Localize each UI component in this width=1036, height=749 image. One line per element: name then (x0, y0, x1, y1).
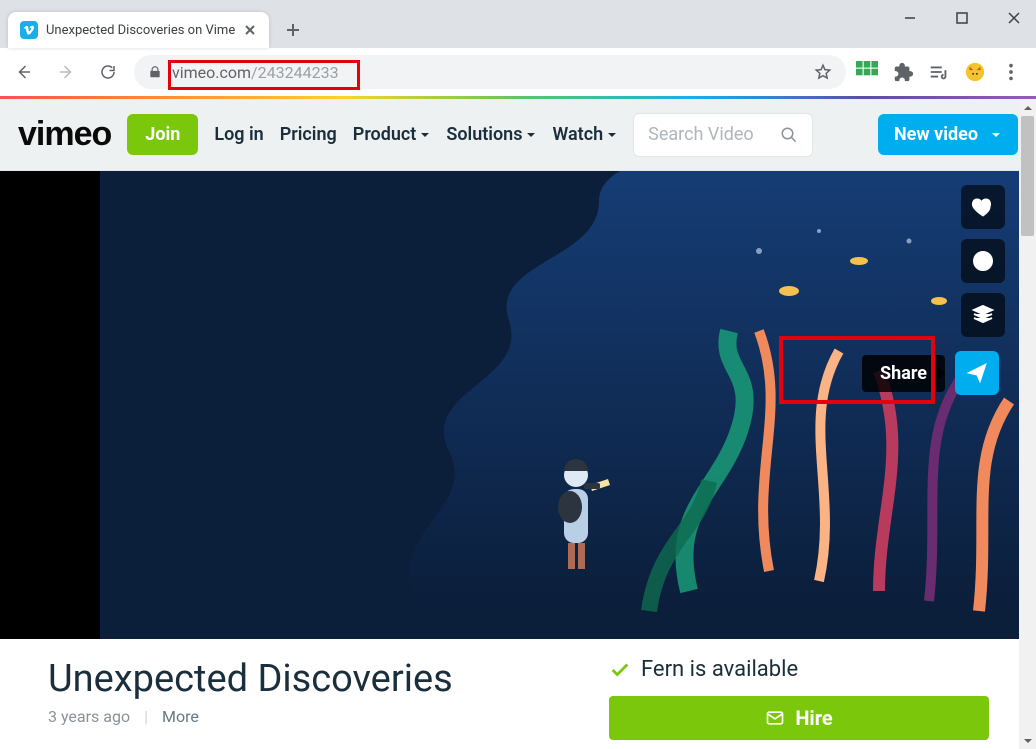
below-video-row: Unexpected Discoveries 3 years ago | Mor… (0, 639, 1019, 740)
product-dropdown[interactable]: Product (353, 124, 431, 145)
browser-tab-active[interactable]: Unexpected Discoveries on Vime (8, 12, 269, 48)
vimeo-header: vimeo Join Log in Pricing Product Soluti… (0, 99, 1036, 171)
chevron-down-icon (420, 130, 430, 140)
login-link[interactable]: Log in (214, 124, 263, 145)
new-tab-button[interactable] (279, 16, 307, 44)
join-button[interactable]: Join (127, 114, 198, 155)
video-meta: 3 years ago | More (48, 707, 585, 726)
video-player[interactable]: Share (0, 171, 1019, 639)
share-tooltip: Share (862, 355, 945, 392)
chevron-down-icon (990, 129, 1002, 141)
video-info-column: Unexpected Discoveries 3 years ago | Mor… (48, 657, 585, 740)
extensions-puzzle-icon[interactable] (892, 61, 914, 83)
collections-button[interactable] (961, 293, 1005, 337)
video-posted-time: 3 years ago (48, 707, 130, 726)
extension-music-icon[interactable] (928, 61, 950, 83)
scrollbar-thumb[interactable] (1021, 116, 1034, 236)
bookmark-star-icon[interactable] (814, 63, 832, 81)
window-close-button[interactable] (1000, 4, 1028, 32)
nav-back-button[interactable] (8, 56, 40, 88)
check-icon (609, 659, 631, 681)
artwork-svg (299, 171, 1019, 639)
window-controls (896, 4, 1028, 32)
extension-fox-icon[interactable] (964, 61, 986, 83)
browser-menu-button[interactable] (1000, 61, 1022, 83)
url-host: vimeo.com (172, 63, 251, 82)
page-content: vimeo Join Log in Pricing Product Soluti… (0, 99, 1036, 749)
watch-dropdown[interactable]: Watch (552, 124, 617, 145)
browser-tabstrip: Unexpected Discoveries on Vime (0, 0, 1036, 48)
artwork-person (540, 449, 610, 579)
chevron-down-icon (526, 130, 536, 140)
availability-row: Fern is available (609, 657, 989, 682)
vertical-scrollbar[interactable] (1019, 99, 1036, 749)
window-minimize-button[interactable] (896, 4, 924, 32)
share-button[interactable] (955, 351, 999, 395)
lock-icon (148, 65, 162, 79)
window-maximize-button[interactable] (948, 4, 976, 32)
mail-icon (765, 708, 785, 728)
chevron-down-icon (607, 130, 617, 140)
url-path: /243244233 (251, 63, 339, 82)
meta-separator: | (144, 707, 148, 726)
scrollbar-down-arrow-icon[interactable] (1019, 732, 1036, 749)
browser-toolbar: vimeo.com/243244233 (0, 48, 1036, 96)
nav-reload-button[interactable] (92, 56, 124, 88)
video-title: Unexpected Discoveries (48, 657, 585, 701)
availability-text: Fern is available (641, 657, 798, 682)
tab-close-icon[interactable] (243, 23, 257, 37)
video-side-actions (961, 185, 1005, 337)
pricing-link[interactable]: Pricing (280, 124, 337, 145)
extensions-row (856, 61, 1028, 83)
extension-grid-icon[interactable] (856, 61, 878, 83)
video-thumbnail-art (100, 171, 1019, 639)
search-icon[interactable] (780, 126, 798, 144)
watch-later-button[interactable] (961, 239, 1005, 283)
scrollbar-up-arrow-icon[interactable] (1019, 99, 1036, 116)
solutions-dropdown[interactable]: Solutions (446, 124, 536, 145)
address-bar[interactable]: vimeo.com/243244233 (134, 55, 846, 89)
vimeo-logo[interactable]: vimeo (18, 115, 111, 154)
hire-button[interactable]: Hire (609, 696, 989, 740)
like-button[interactable] (961, 185, 1005, 229)
share-row: Share (856, 345, 1005, 401)
more-link[interactable]: More (162, 707, 199, 726)
nav-forward-button[interactable] (50, 56, 82, 88)
vimeo-favicon-icon (20, 21, 38, 39)
url-text: vimeo.com/243244233 (172, 63, 339, 82)
new-video-button[interactable]: New video (878, 114, 1018, 155)
search-box[interactable] (633, 113, 813, 157)
search-input[interactable] (648, 124, 770, 145)
browser-tab-title: Unexpected Discoveries on Vime (46, 23, 235, 38)
creator-sidebar: Fern is available Hire (609, 657, 989, 740)
